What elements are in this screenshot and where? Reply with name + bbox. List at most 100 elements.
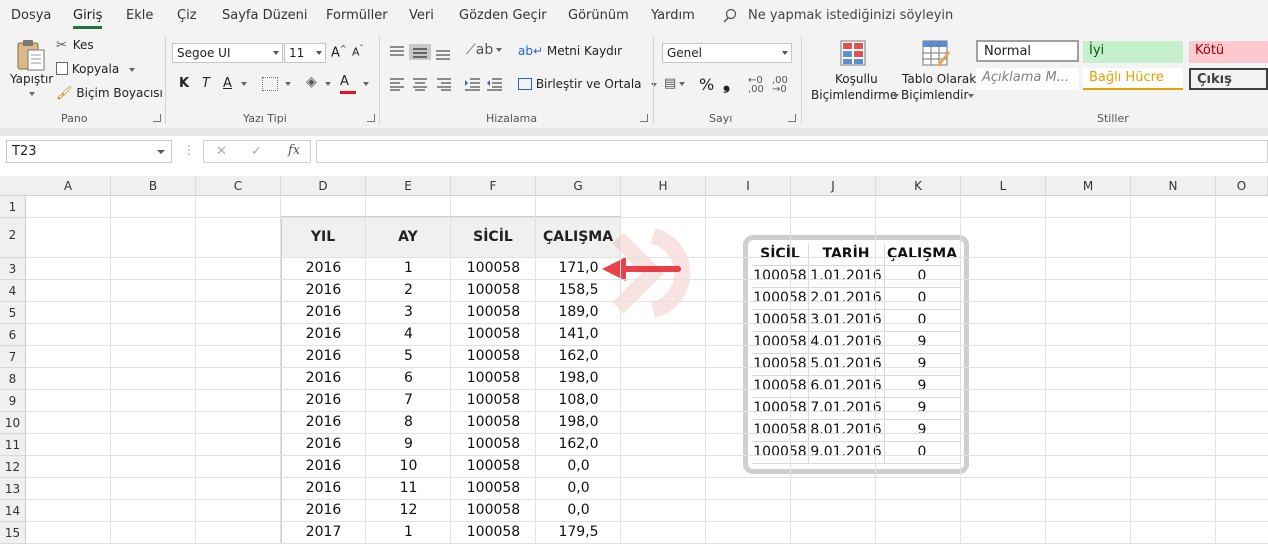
alignment-launcher[interactable] bbox=[640, 114, 648, 122]
main-table-cell[interactable]: 2016 bbox=[281, 302, 366, 324]
row-header-15[interactable]: 15 bbox=[0, 522, 26, 544]
row-header-1[interactable]: 1 bbox=[0, 196, 26, 218]
main-table-cell[interactable]: 8 bbox=[366, 412, 451, 434]
menu-view[interactable]: Görünüm bbox=[568, 8, 629, 23]
main-table-cell[interactable]: 108,0 bbox=[536, 390, 621, 412]
row-header-11[interactable]: 11 bbox=[0, 434, 26, 456]
number-launcher[interactable] bbox=[788, 114, 796, 122]
menu-formulas[interactable]: Formüller bbox=[326, 8, 388, 23]
increase-decimal-icon[interactable]: ←0,00 bbox=[748, 76, 764, 95]
menu-file[interactable]: Dosya bbox=[11, 8, 51, 23]
side-table-cell[interactable]: 100058 bbox=[752, 376, 808, 398]
main-table-cell[interactable]: 2016 bbox=[281, 346, 366, 368]
main-table-cell[interactable]: 2016 bbox=[281, 500, 366, 522]
side-table-cell[interactable]: 5.01.2016 bbox=[808, 354, 884, 376]
borders-dropdown[interactable] bbox=[282, 76, 291, 90]
row-header-12[interactable]: 12 bbox=[0, 456, 26, 478]
insert-function-icon[interactable]: fx bbox=[288, 143, 300, 158]
column-header-i[interactable]: I bbox=[706, 176, 791, 196]
main-table-cell[interactable]: 100058 bbox=[451, 456, 536, 478]
main-table-cell[interactable]: 100058 bbox=[451, 500, 536, 522]
main-table-cell[interactable]: 100058 bbox=[451, 390, 536, 412]
percent-button[interactable]: % bbox=[699, 75, 714, 94]
main-table-cell[interactable]: 9 bbox=[366, 434, 451, 456]
side-table-cell[interactable]: 100058 bbox=[752, 266, 808, 288]
underline-dropdown[interactable] bbox=[238, 76, 247, 90]
main-table-cell[interactable]: 2016 bbox=[281, 368, 366, 390]
font-family-select[interactable]: Segoe UI bbox=[172, 43, 283, 63]
main-table-header-cell[interactable]: SİCİL bbox=[451, 216, 536, 258]
formula-input[interactable] bbox=[316, 140, 1268, 163]
column-header-f[interactable]: F bbox=[451, 176, 536, 196]
name-box[interactable]: T23 bbox=[6, 140, 172, 163]
main-table-cell[interactable]: 198,0 bbox=[536, 412, 621, 434]
style-good[interactable]: İyi bbox=[1083, 41, 1183, 63]
menu-review[interactable]: Gözden Geçir bbox=[459, 8, 547, 23]
merge-center-button[interactable]: Birleştir ve Ortala bbox=[518, 77, 658, 91]
main-table-cell[interactable]: 6 bbox=[366, 368, 451, 390]
italic-button[interactable]: T bbox=[202, 76, 210, 91]
main-table-cell[interactable]: 2016 bbox=[281, 324, 366, 346]
column-header-g[interactable]: G bbox=[536, 176, 621, 196]
row-header-5[interactable]: 5 bbox=[0, 302, 26, 324]
main-table-cell[interactable]: 100058 bbox=[451, 522, 536, 544]
main-table-cell[interactable]: 2016 bbox=[281, 390, 366, 412]
comma-button[interactable]: ❟ bbox=[723, 73, 730, 94]
row-header-3[interactable]: 3 bbox=[0, 258, 26, 280]
style-explanatory[interactable]: Açıklama M... bbox=[976, 68, 1079, 90]
row-header-2[interactable]: 2 bbox=[0, 218, 26, 258]
main-table-cell[interactable]: 100058 bbox=[451, 302, 536, 324]
main-table-cell[interactable]: 2017 bbox=[281, 522, 366, 544]
main-table-cell[interactable]: 2016 bbox=[281, 258, 366, 280]
main-table-cell[interactable]: 3 bbox=[366, 302, 451, 324]
side-table-cell[interactable]: 4.01.2016 bbox=[808, 332, 884, 354]
side-table-header-cell[interactable]: ÇALIŞMA bbox=[884, 244, 960, 266]
main-table-header-cell[interactable]: YIL bbox=[281, 216, 366, 258]
row-header-4[interactable]: 4 bbox=[0, 280, 26, 302]
main-table-cell[interactable]: 100058 bbox=[451, 324, 536, 346]
menu-insert[interactable]: Ekle bbox=[126, 8, 153, 23]
main-table-cell[interactable]: 11 bbox=[366, 478, 451, 500]
fill-color-icon[interactable]: ◈ bbox=[306, 74, 317, 90]
menu-page-layout[interactable]: Sayfa Düzeni bbox=[222, 8, 308, 23]
font-launcher[interactable] bbox=[367, 114, 375, 122]
main-table-cell[interactable]: 100058 bbox=[451, 346, 536, 368]
main-table-cell[interactable]: 5 bbox=[366, 346, 451, 368]
number-format-select[interactable]: Genel bbox=[662, 43, 792, 63]
column-header-k[interactable]: K bbox=[876, 176, 961, 196]
decrease-font-button[interactable]: Aˇ bbox=[352, 44, 364, 59]
side-table-cell[interactable]: 3.01.2016 bbox=[808, 310, 884, 332]
copy-button[interactable]: Kopyala bbox=[56, 62, 136, 76]
orientation-icon[interactable]: ⟋ab bbox=[466, 42, 503, 58]
side-table-cell[interactable]: 9.01.2016 bbox=[808, 442, 884, 464]
increase-font-button[interactable]: A^ bbox=[331, 44, 347, 60]
row-header-13[interactable]: 13 bbox=[0, 478, 26, 500]
side-table-cell[interactable]: 0 bbox=[884, 310, 960, 332]
decrease-decimal-icon[interactable]: ,00 →0 bbox=[772, 76, 788, 95]
main-table-cell[interactable]: 12 bbox=[366, 500, 451, 522]
main-table-cell[interactable]: 2016 bbox=[281, 280, 366, 302]
side-table-cell[interactable]: 100058 bbox=[752, 398, 808, 420]
main-table-cell[interactable]: 100058 bbox=[451, 368, 536, 390]
main-table-cell[interactable]: 100058 bbox=[451, 412, 536, 434]
clipboard-launcher[interactable] bbox=[153, 114, 161, 122]
main-table-cell[interactable]: 198,0 bbox=[536, 368, 621, 390]
side-table-cell[interactable]: 7.01.2016 bbox=[808, 398, 884, 420]
main-table-cell[interactable]: 0,0 bbox=[536, 500, 621, 522]
row-header-14[interactable]: 14 bbox=[0, 500, 26, 522]
side-table-cell[interactable]: 9 bbox=[884, 354, 960, 376]
cut-button[interactable]: ✂ Kes bbox=[56, 38, 94, 53]
underline-button[interactable]: A bbox=[223, 76, 232, 91]
side-table-cell[interactable]: 100058 bbox=[752, 288, 808, 310]
main-table-cell[interactable]: 100058 bbox=[451, 434, 536, 456]
font-color-dropdown[interactable] bbox=[360, 76, 369, 90]
column-header-o[interactable]: O bbox=[1216, 176, 1268, 196]
menu-home[interactable]: Giriş bbox=[73, 8, 103, 29]
main-table-cell[interactable]: 10 bbox=[366, 456, 451, 478]
style-linked-cell[interactable]: Bağlı Hücre bbox=[1083, 68, 1183, 90]
column-header-e[interactable]: E bbox=[366, 176, 451, 196]
main-table-cell[interactable]: 179,5 bbox=[536, 522, 621, 544]
main-table-header-cell[interactable]: AY bbox=[366, 216, 451, 258]
side-table-cell[interactable]: 0 bbox=[884, 266, 960, 288]
side-table-header-cell[interactable]: SİCİL bbox=[752, 244, 808, 266]
